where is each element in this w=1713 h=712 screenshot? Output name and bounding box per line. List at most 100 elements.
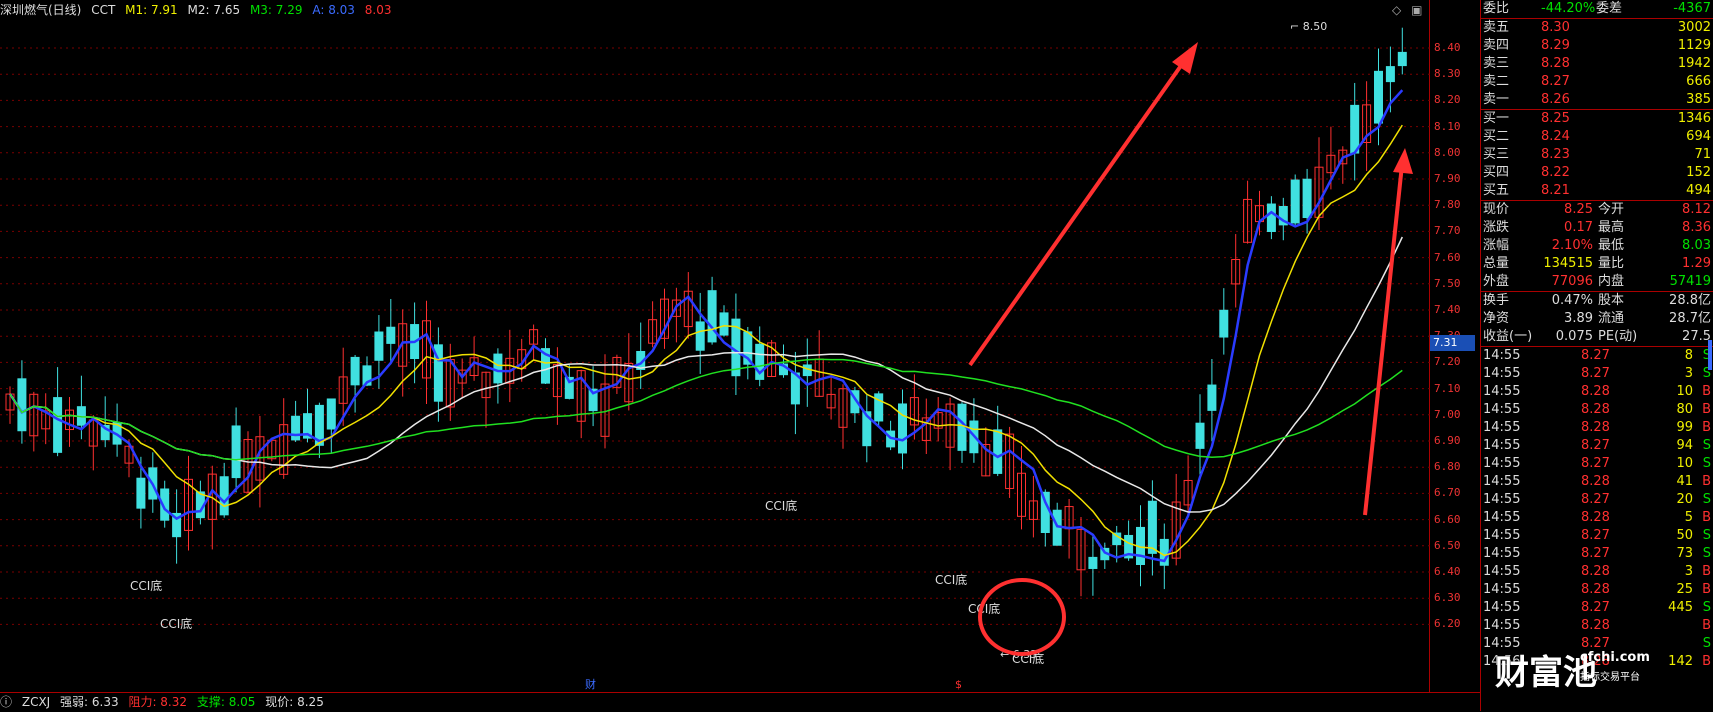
info-icon[interactable]: ⓘ [0, 695, 12, 709]
watermark-sub: 指标交易平台 [1580, 672, 1640, 683]
diamond-icon[interactable]: ◇ [1392, 3, 1401, 17]
stat-row: 换手 0.47% 股本 28.8亿 [1481, 292, 1713, 310]
indicator-name: CCT [91, 3, 116, 17]
tick-price: 8.28 [1581, 402, 1610, 417]
price-tick-label: 7.60 [1434, 250, 1461, 264]
ask-label: 卖一 [1483, 92, 1510, 107]
kline-chart[interactable]: ⌐ 8.50← 6.33CCI底CCI底CCI底CCI底CCI底CCI底财 $ [0, 0, 1430, 692]
tick-price: 8.27 [1581, 438, 1610, 453]
candle [493, 353, 503, 384]
bid-label: 买四 [1483, 165, 1510, 180]
stat-label: 量比 [1598, 256, 1625, 271]
tick-time: 14:55 [1483, 366, 1521, 381]
watermark-url: cfchi.com [1580, 650, 1650, 665]
ask-row: 卖四 8.29 1129 [1481, 37, 1713, 55]
bid-row: 买五 8.21 494 [1481, 182, 1713, 200]
stat-value: 0.075 [1555, 329, 1593, 344]
candle [1350, 104, 1360, 154]
stats2-list: 换手 0.47% 股本 28.8亿 净资 3.89 流通 28.7亿 收益(一) 0.075 PE(… [1481, 291, 1713, 346]
stat-value: 8.25 [1564, 202, 1593, 217]
candle [1385, 66, 1395, 83]
tick-volume: 5 [1684, 510, 1693, 525]
window-icon[interactable]: ▣ [1411, 3, 1422, 17]
tick-time: 14:55 [1483, 564, 1521, 579]
ask-price: 8.28 [1541, 56, 1570, 71]
tick-side: S [1702, 636, 1711, 651]
tick-price: 8.27 [1581, 366, 1610, 381]
tick-row: 14:55 8.27 10 S [1481, 455, 1713, 473]
candle [993, 429, 1003, 474]
tick-side: B [1702, 654, 1711, 669]
ask-row: 卖三 8.28 1942 [1481, 55, 1713, 73]
tick-side: S [1702, 492, 1711, 507]
stat-label: 涨幅 [1483, 238, 1510, 253]
candle [707, 290, 717, 343]
cci-bottom-label: CCI底 [765, 498, 797, 513]
tick-side: B [1702, 582, 1711, 597]
bid-list: 买一 8.25 1346 买二 8.24 694 买三 8.23 71 买四 8.22 152 买五 8.… [1481, 109, 1713, 200]
stat-label: 换手 [1483, 293, 1510, 308]
price-tick-label: 7.10 [1434, 381, 1461, 395]
price-tick-label: 8.10 [1434, 119, 1461, 133]
tick-volume: 3 [1684, 366, 1693, 381]
weicha-value: -4367 [1673, 1, 1711, 16]
price-tick-label: 6.40 [1434, 565, 1461, 578]
tick-price: 8.27 [1581, 348, 1610, 363]
tick-row: 14:55 8.27 50 S [1481, 527, 1713, 545]
cci-bottom-label: CCI底 [130, 578, 162, 593]
price-tick-label: 8.30 [1434, 67, 1461, 81]
legend-b: 8.03 [364, 3, 392, 17]
price-tick-label: 7.50 [1434, 276, 1461, 290]
candle [386, 326, 396, 344]
tick-row: 14:55 8.28 41 B [1481, 473, 1713, 491]
tick-list[interactable]: 14:55 8.27 8 S 14:55 8.27 3 S 14:55 8.28 10 B 14:55 8… [1481, 346, 1713, 671]
tick-price: 8.28 [1581, 474, 1610, 489]
tick-volume: 94 [1676, 438, 1693, 453]
weicha-label: 委差 [1596, 1, 1623, 16]
ask-list: 卖五 8.30 3002 卖四 8.29 1129 卖三 8.28 1942 卖二 8.27 666 卖… [1481, 18, 1713, 109]
tick-side: B [1702, 384, 1711, 399]
candle [1207, 384, 1217, 411]
ask-label: 卖四 [1483, 38, 1510, 53]
bid-label: 买二 [1483, 129, 1510, 144]
tick-row: 14:55 8.28 99 B [1481, 419, 1713, 437]
stat-value: 8.03 [1682, 238, 1711, 253]
stat-label: 股本 [1598, 293, 1625, 308]
indicator-bar: ⓘ ZCXJ 强弱: 6.33 阻力: 8.32 支撑: 8.05 现价: 8.… [0, 692, 1480, 711]
ind-strength: 强弱: 6.33 [60, 695, 119, 709]
tick-time: 14:55 [1483, 402, 1521, 417]
candle [374, 331, 384, 361]
tick-side: S [1702, 600, 1711, 615]
kline-chart-area[interactable]: ⌐ 8.50 ← 6.33 CCI底 CCI底 CCI底 CCI底 CCI底 CCI底财 $ 深… [0, 0, 1430, 692]
tick-volume: 8 [1684, 348, 1693, 363]
ask-price: 8.30 [1541, 20, 1570, 35]
tick-time: 14:55 [1483, 474, 1521, 489]
tick-row: 14:55 8.27 73 S [1481, 545, 1713, 563]
price-tick-label: 6.80 [1434, 460, 1461, 474]
candle [1147, 500, 1157, 554]
bid-row: 买二 8.24 694 [1481, 128, 1713, 146]
tick-price: 8.27 [1581, 456, 1610, 471]
stat-label: 涨跌 [1483, 220, 1510, 235]
price-tick-label: 6.70 [1434, 486, 1461, 500]
stat-value: 8.36 [1682, 220, 1711, 235]
panel-scroll-handle[interactable] [1708, 340, 1712, 370]
stat-label: 最低 [1598, 238, 1625, 253]
quote-panel: 委比 -44.20% 委差 -4367 卖五 8.30 3002 卖四 8.29 1129… [1480, 0, 1713, 711]
stat-value: 134515 [1543, 256, 1593, 271]
tick-side: S [1702, 546, 1711, 561]
stat-value: 8.12 [1682, 202, 1711, 217]
tick-time: 14:55 [1483, 384, 1521, 399]
tick-price: 8.28 [1581, 582, 1610, 597]
candle [1219, 309, 1229, 338]
ask-volume: 3002 [1677, 20, 1711, 35]
candle [1266, 203, 1276, 232]
ask-price: 8.26 [1541, 92, 1570, 107]
stat-label: 今开 [1598, 202, 1625, 217]
cci-bottom-label: CCI底 [935, 572, 967, 587]
tick-time: 14:55 [1483, 600, 1521, 615]
weibi-label: 委比 [1483, 1, 1510, 16]
tick-time: 14:55 [1483, 618, 1521, 633]
price-tick-label: 7.00 [1434, 407, 1461, 421]
stat-value: 77096 [1551, 274, 1593, 289]
